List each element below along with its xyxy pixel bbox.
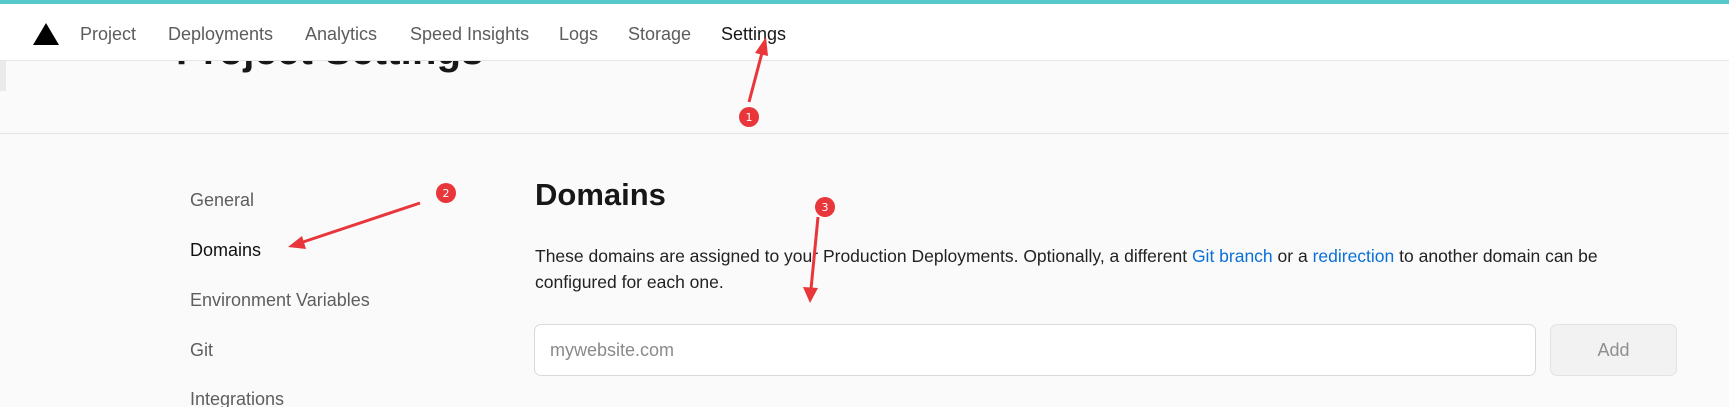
annotation-badge-3: 3 xyxy=(815,197,835,217)
nav-tab-logs[interactable]: Logs xyxy=(559,24,598,45)
nav-tab-analytics[interactable]: Analytics xyxy=(305,24,377,45)
git-branch-link[interactable]: Git branch xyxy=(1192,246,1273,266)
top-navigation: Project Deployments Analytics Speed Insi… xyxy=(0,4,1729,61)
domain-input[interactable] xyxy=(534,324,1536,376)
sidebar-item-git[interactable]: Git xyxy=(190,340,213,361)
annotation-badge-3-label: 3 xyxy=(822,201,829,214)
nav-tab-speed-insights[interactable]: Speed Insights xyxy=(410,24,529,45)
nav-tab-storage[interactable]: Storage xyxy=(628,24,691,45)
sidebar-item-integrations[interactable]: Integrations xyxy=(190,389,284,407)
sidebar-item-domains[interactable]: Domains xyxy=(190,240,261,261)
page-header: Project Settings xyxy=(0,61,1729,134)
description-text-2: or a xyxy=(1272,246,1313,266)
sidebar-item-general[interactable]: General xyxy=(190,190,254,211)
section-title: Domains xyxy=(535,177,666,212)
nav-tab-project[interactable]: Project xyxy=(80,24,136,45)
triangle-logo-icon[interactable] xyxy=(32,22,60,46)
description-text-1: These domains are assigned to your Produ… xyxy=(535,246,1192,266)
annotation-arrow-2 xyxy=(288,201,421,249)
redirection-link[interactable]: redirection xyxy=(1313,246,1395,266)
nav-tab-deployments[interactable]: Deployments xyxy=(168,24,273,45)
page-title: Project Settings xyxy=(176,61,484,74)
collapsed-panel-edge xyxy=(0,61,6,91)
nav-tab-settings[interactable]: Settings xyxy=(721,24,786,45)
annotation-badge-2-label: 2 xyxy=(443,187,450,200)
annotation-badge-2: 2 xyxy=(436,183,456,203)
sidebar-item-environment-variables[interactable]: Environment Variables xyxy=(190,290,370,311)
add-domain-button[interactable]: Add xyxy=(1550,324,1677,376)
domains-description: These domains are assigned to your Produ… xyxy=(535,243,1655,295)
